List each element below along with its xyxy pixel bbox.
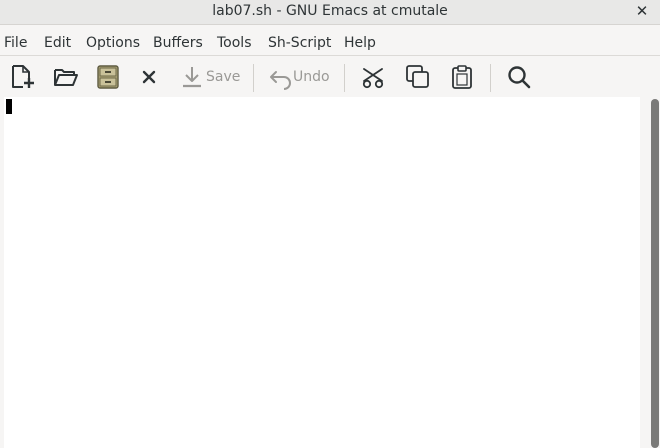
close-icon: [140, 64, 158, 90]
file-cabinet-icon: [96, 64, 120, 90]
menu-help[interactable]: Help: [344, 31, 376, 55]
scissors-icon: [361, 64, 387, 90]
search-icon: [506, 64, 532, 90]
toolbar: Save Undo: [0, 56, 660, 96]
menu-tools[interactable]: Tools: [217, 31, 252, 55]
clipboard-icon: [450, 64, 474, 90]
copy-icon: [405, 64, 431, 90]
paste-button[interactable]: [450, 64, 474, 90]
dired-button[interactable]: [96, 64, 120, 90]
search-button[interactable]: [506, 64, 532, 90]
vertical-scrollbar[interactable]: [643, 97, 660, 448]
editor-buffer[interactable]: [4, 97, 640, 448]
save-button[interactable]: Save: [180, 64, 240, 90]
save-icon: [180, 64, 204, 90]
titlebar: lab07.sh - GNU Emacs at cmutale ✕: [0, 0, 660, 25]
menu-edit[interactable]: Edit: [44, 31, 71, 55]
undo-button[interactable]: Undo: [269, 64, 330, 90]
undo-icon: [269, 64, 293, 90]
menubar: File Edit Options Buffers Tools Sh-Scrip…: [0, 31, 660, 56]
menu-options[interactable]: Options: [86, 31, 140, 55]
toolbar-separator: [344, 64, 345, 92]
emacs-window: lab07.sh - GNU Emacs at cmutale ✕ File E…: [0, 0, 660, 448]
new-file-icon: [10, 64, 36, 90]
new-file-button[interactable]: [10, 64, 36, 90]
undo-label: Undo: [293, 69, 330, 85]
menu-file[interactable]: File: [4, 31, 27, 55]
folder-open-icon: [53, 64, 79, 90]
toolbar-separator: [253, 64, 254, 92]
menu-buffers[interactable]: Buffers: [153, 31, 203, 55]
window-close-button[interactable]: ✕: [632, 1, 652, 21]
open-file-button[interactable]: [53, 64, 79, 90]
toolbar-separator: [490, 64, 491, 92]
kill-buffer-button[interactable]: [140, 64, 158, 90]
copy-button[interactable]: [405, 64, 431, 90]
text-cursor: [6, 99, 12, 114]
cut-button[interactable]: [361, 64, 387, 90]
menu-sh-script[interactable]: Sh-Script: [268, 31, 331, 55]
window-title: lab07.sh - GNU Emacs at cmutale: [212, 3, 448, 19]
save-label: Save: [206, 69, 241, 85]
scrollbar-thumb[interactable]: [651, 99, 659, 448]
